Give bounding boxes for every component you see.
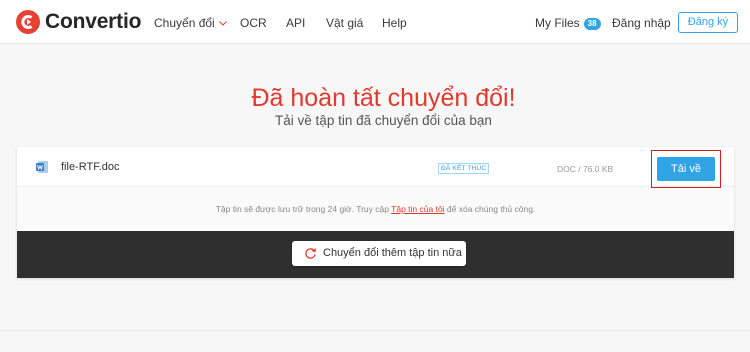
file-meta: DOC / 76.0 KB (557, 164, 614, 174)
file-row: file-RTF.doc ĐÃ KẾT THÚC DOC / 76.0 KB T… (17, 147, 734, 188)
nav-item-api[interactable]: API (286, 16, 305, 30)
top-header: Convertio Chuyển đổi OCR API Vật giá Hel… (0, 0, 750, 44)
convert-more-button[interactable]: Chuyển đổi thêm tập tin nữa (292, 241, 466, 266)
my-files-link[interactable]: My Files 38 (535, 16, 601, 30)
nav-item-pricing[interactable]: Vật giá (326, 16, 363, 30)
nav-item-ocr[interactable]: OCR (240, 16, 267, 30)
brand-name: Convertio (45, 10, 142, 33)
notice-text-after: để xóa chúng thủ công. (444, 204, 536, 214)
notice-text-before: Tập tin sẽ được lưu trữ trong 24 giờ. Tr… (215, 204, 392, 214)
page-title: Đã hoàn tất chuyển đổi! (251, 84, 516, 112)
my-files-notice-link[interactable]: Tập tin của tôi (391, 204, 444, 214)
chevron-down-icon (218, 21, 227, 26)
signup-button[interactable]: Đăng ký (678, 12, 738, 33)
download-button[interactable]: Tải về (657, 157, 715, 181)
page-subtitle: Tải về tập tin đã chuyển đổi của bạn (275, 113, 492, 128)
my-files-label: My Files (535, 16, 580, 30)
nav-item-convert[interactable]: Chuyển đổi (154, 16, 227, 30)
nav-item-label: Chuyển đổi (154, 16, 215, 30)
refresh-icon (305, 248, 316, 259)
word-document-icon (36, 161, 48, 173)
result-card: file-RTF.doc ĐÃ KẾT THÚC DOC / 76.0 KB T… (17, 147, 734, 278)
login-link[interactable]: Đăng nhập (612, 16, 671, 30)
nav-item-help[interactable]: Help (382, 16, 407, 30)
convert-more-band: Chuyển đổi thêm tập tin nữa (17, 231, 734, 278)
files-count-badge: 38 (583, 18, 601, 30)
status-badge: ĐÃ KẾT THÚC (438, 163, 490, 174)
divider (0, 330, 750, 331)
file-name: file-RTF.doc (61, 161, 120, 173)
convertio-logo-icon (16, 10, 40, 34)
logo[interactable]: Convertio (16, 10, 141, 34)
convert-more-label: Chuyển đổi thêm tập tin nữa (323, 247, 462, 259)
storage-notice: Tập tin sẽ được lưu trữ trong 24 giờ. Tr… (17, 204, 734, 214)
